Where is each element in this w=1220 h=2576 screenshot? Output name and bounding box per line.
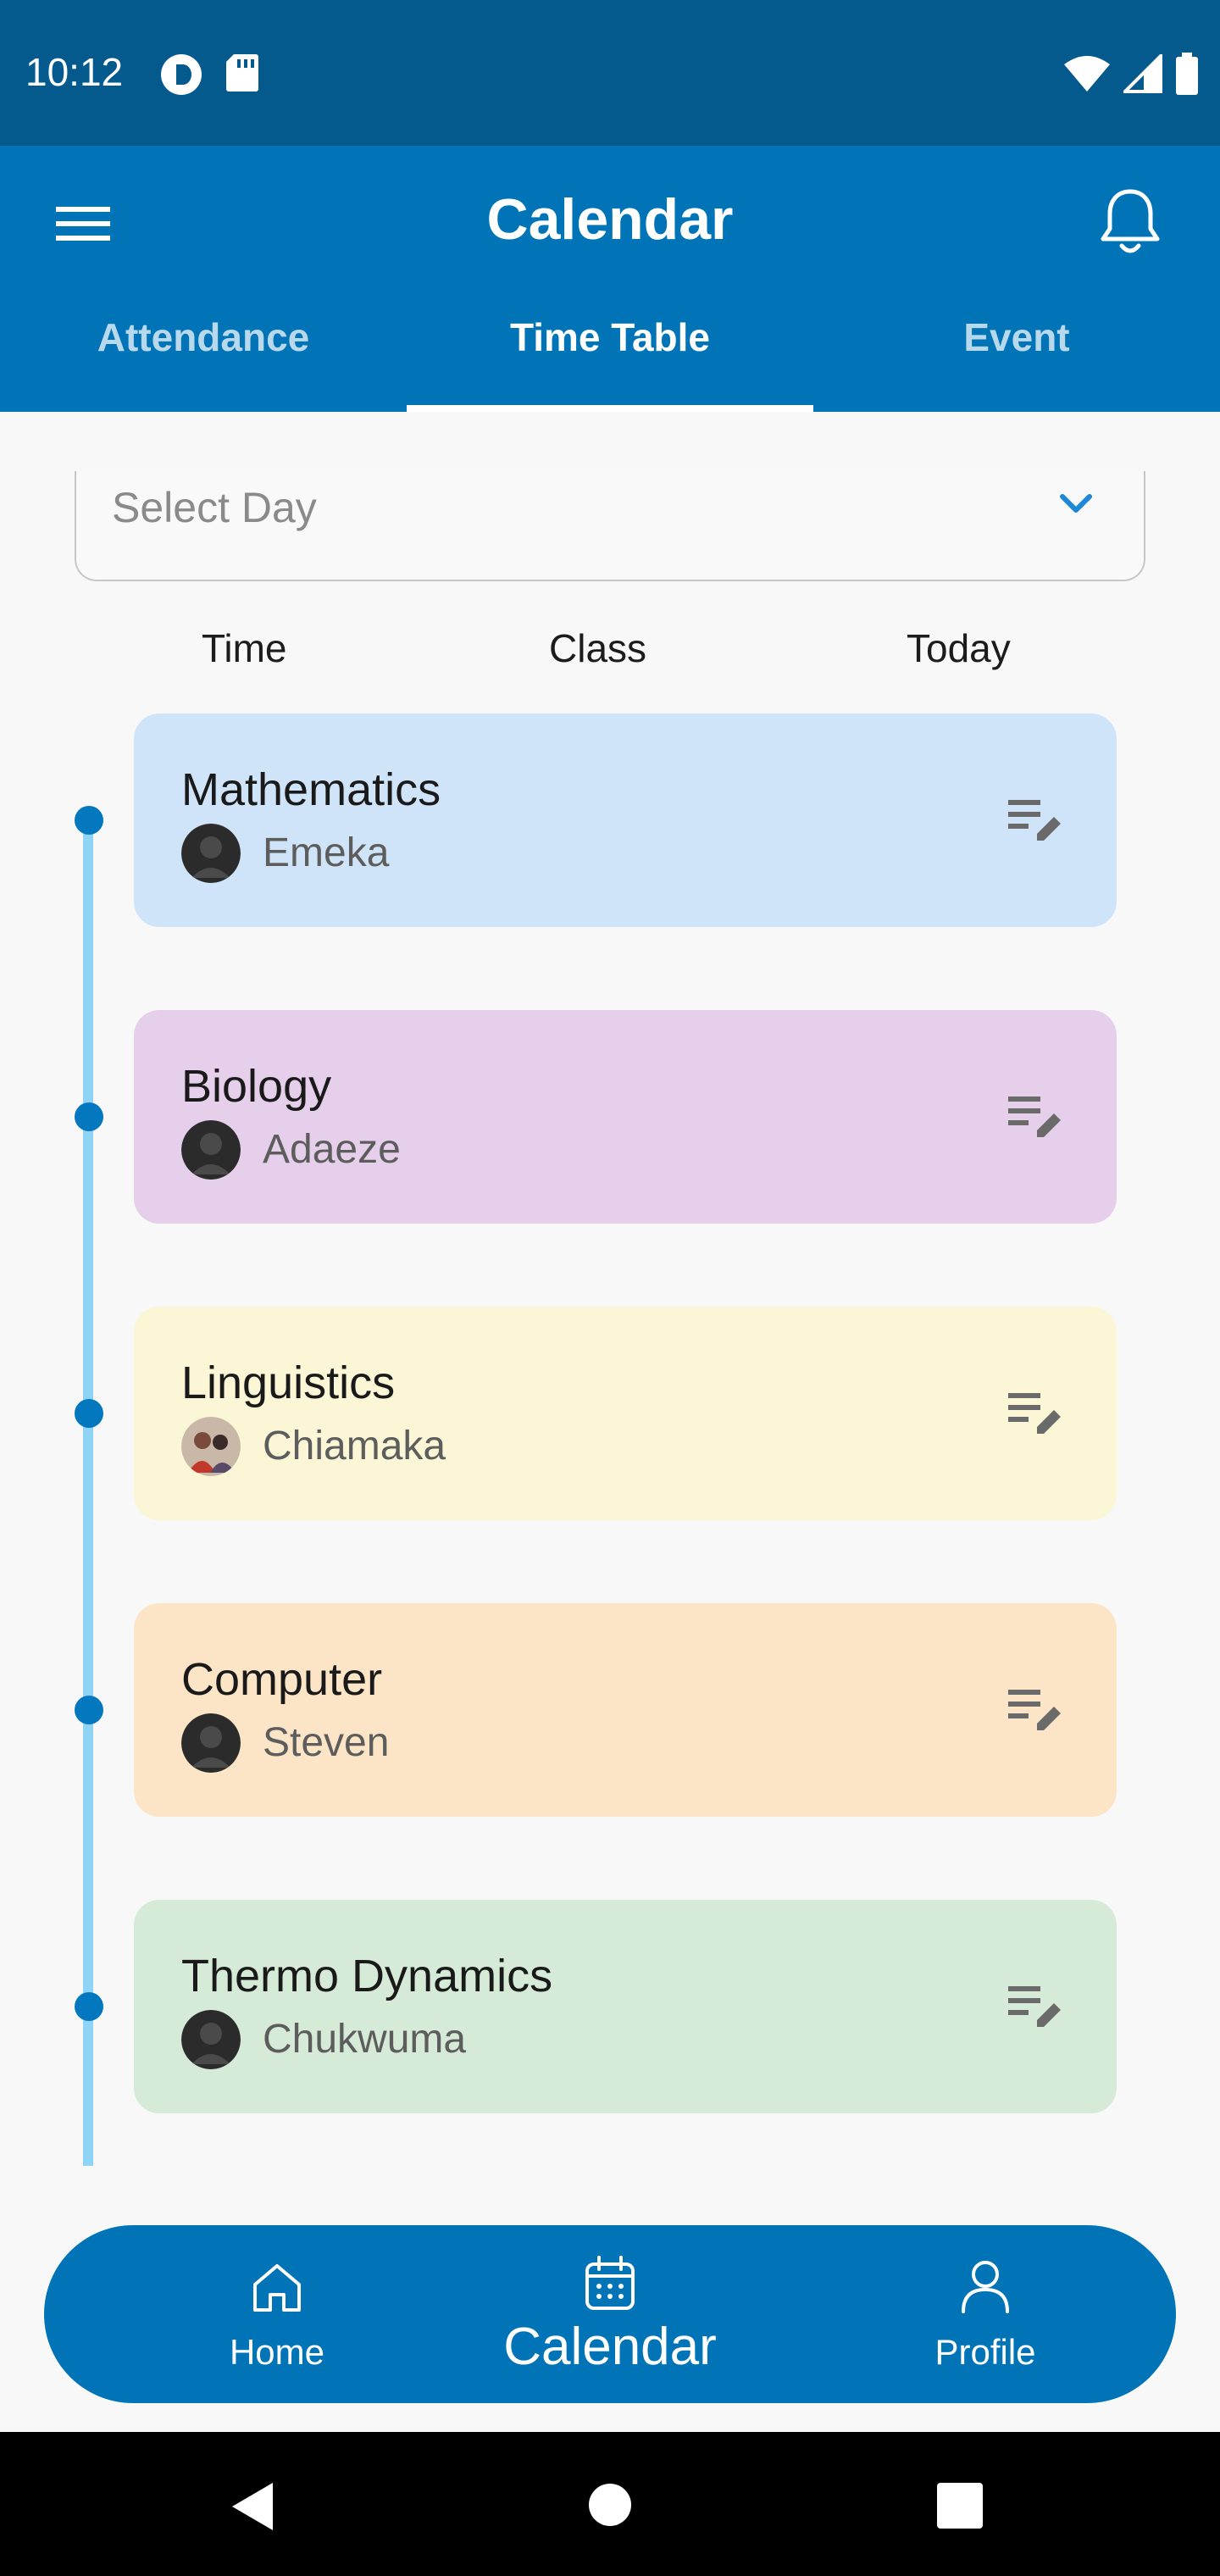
timeline-dot <box>75 1102 103 1131</box>
nav-home[interactable]: Home <box>137 2225 417 2403</box>
class-teacher: Chukwuma <box>263 2017 467 2062</box>
select-day-dropdown[interactable]: Select Day <box>75 471 1145 581</box>
page-title: Calendar <box>486 187 734 252</box>
avatar <box>181 1120 241 1180</box>
timeline-dot <box>75 806 103 835</box>
class-subject: Thermo Dynamics <box>181 1951 553 2001</box>
class-card-computer[interactable]: Computer Steven <box>134 1603 1117 1817</box>
class-subject: Computer <box>181 1654 383 1705</box>
class-teacher: Steven <box>263 1720 390 1765</box>
home-circle-icon[interactable] <box>588 2483 632 2527</box>
tab-bar: Attendance Time Table Event <box>0 295 1220 412</box>
edit-note-icon[interactable] <box>1006 795 1066 849</box>
timeline-dot <box>75 1696 103 1724</box>
battery-icon <box>1176 53 1198 95</box>
tab-attendance[interactable]: Attendance <box>0 295 407 412</box>
nav-profile[interactable]: Profile <box>846 2225 1125 2403</box>
select-day-placeholder: Select Day <box>112 484 317 531</box>
class-card-thermo-dynamics[interactable]: Thermo Dynamics Chukwuma <box>134 1900 1117 2113</box>
timeline-line <box>83 813 93 2166</box>
nav-calendar[interactable]: Calendar <box>470 2225 750 2403</box>
class-teacher: Chiamaka <box>263 1424 446 1468</box>
signal-icon <box>1123 54 1162 93</box>
avatar <box>181 1417 241 1476</box>
notifications-button[interactable] <box>1090 180 1171 264</box>
class-teacher: Emeka <box>263 830 390 875</box>
edit-note-icon[interactable] <box>1006 1981 1066 2035</box>
bell-icon <box>1101 189 1160 253</box>
edit-note-icon[interactable] <box>1006 1685 1066 1739</box>
tab-time-table[interactable]: Time Table <box>407 295 813 412</box>
tab-event[interactable]: Event <box>813 295 1220 412</box>
class-subject: Biology <box>181 1061 332 1112</box>
timeline-dot <box>75 1399 103 1428</box>
status-time: 10:12 <box>25 50 124 94</box>
nav-calendar-label: Calendar <box>503 2318 717 2376</box>
class-subject: Linguistics <box>181 1357 396 1408</box>
nav-profile-label: Profile <box>934 2332 1036 2372</box>
system-navigation-bar <box>0 2432 1220 2576</box>
edit-note-icon[interactable] <box>1006 1388 1066 1442</box>
wifi-icon <box>1064 56 1110 92</box>
class-teacher: Adaeze <box>263 1127 401 1172</box>
timetable-column-headers: Time Class Today <box>0 619 1220 678</box>
status-bar: 10:12 <box>0 0 1220 146</box>
back-icon[interactable] <box>229 2481 276 2532</box>
class-subject: Mathematics <box>181 764 441 815</box>
recents-icon[interactable] <box>937 2483 983 2529</box>
nav-home-label: Home <box>229 2332 325 2372</box>
sd-card-icon <box>226 54 258 92</box>
class-card-mathematics[interactable]: Mathematics Emeka <box>134 713 1117 927</box>
column-header-time: Time <box>202 626 287 670</box>
chevron-down-icon <box>1060 494 1092 513</box>
column-header-class: Class <box>549 626 647 670</box>
column-header-today: Today <box>907 626 1011 670</box>
avatar <box>181 824 241 883</box>
home-icon <box>253 2264 301 2312</box>
timeline-dot <box>75 1992 103 2021</box>
calendar-icon <box>585 2256 635 2310</box>
edit-note-icon[interactable] <box>1006 1091 1066 1146</box>
avatar <box>181 2010 241 2069</box>
app-bar: Calendar Attendance Time Table Event <box>0 146 1220 412</box>
class-card-biology[interactable]: Biology Adaeze <box>134 1010 1117 1224</box>
avatar <box>181 1713 241 1773</box>
profile-icon <box>962 2261 1009 2313</box>
bottom-navigation: Home Calendar Profile <box>44 2225 1176 2403</box>
class-card-linguistics[interactable]: Linguistics Chiamaka <box>134 1307 1117 1520</box>
app-notification-icon <box>161 54 202 95</box>
